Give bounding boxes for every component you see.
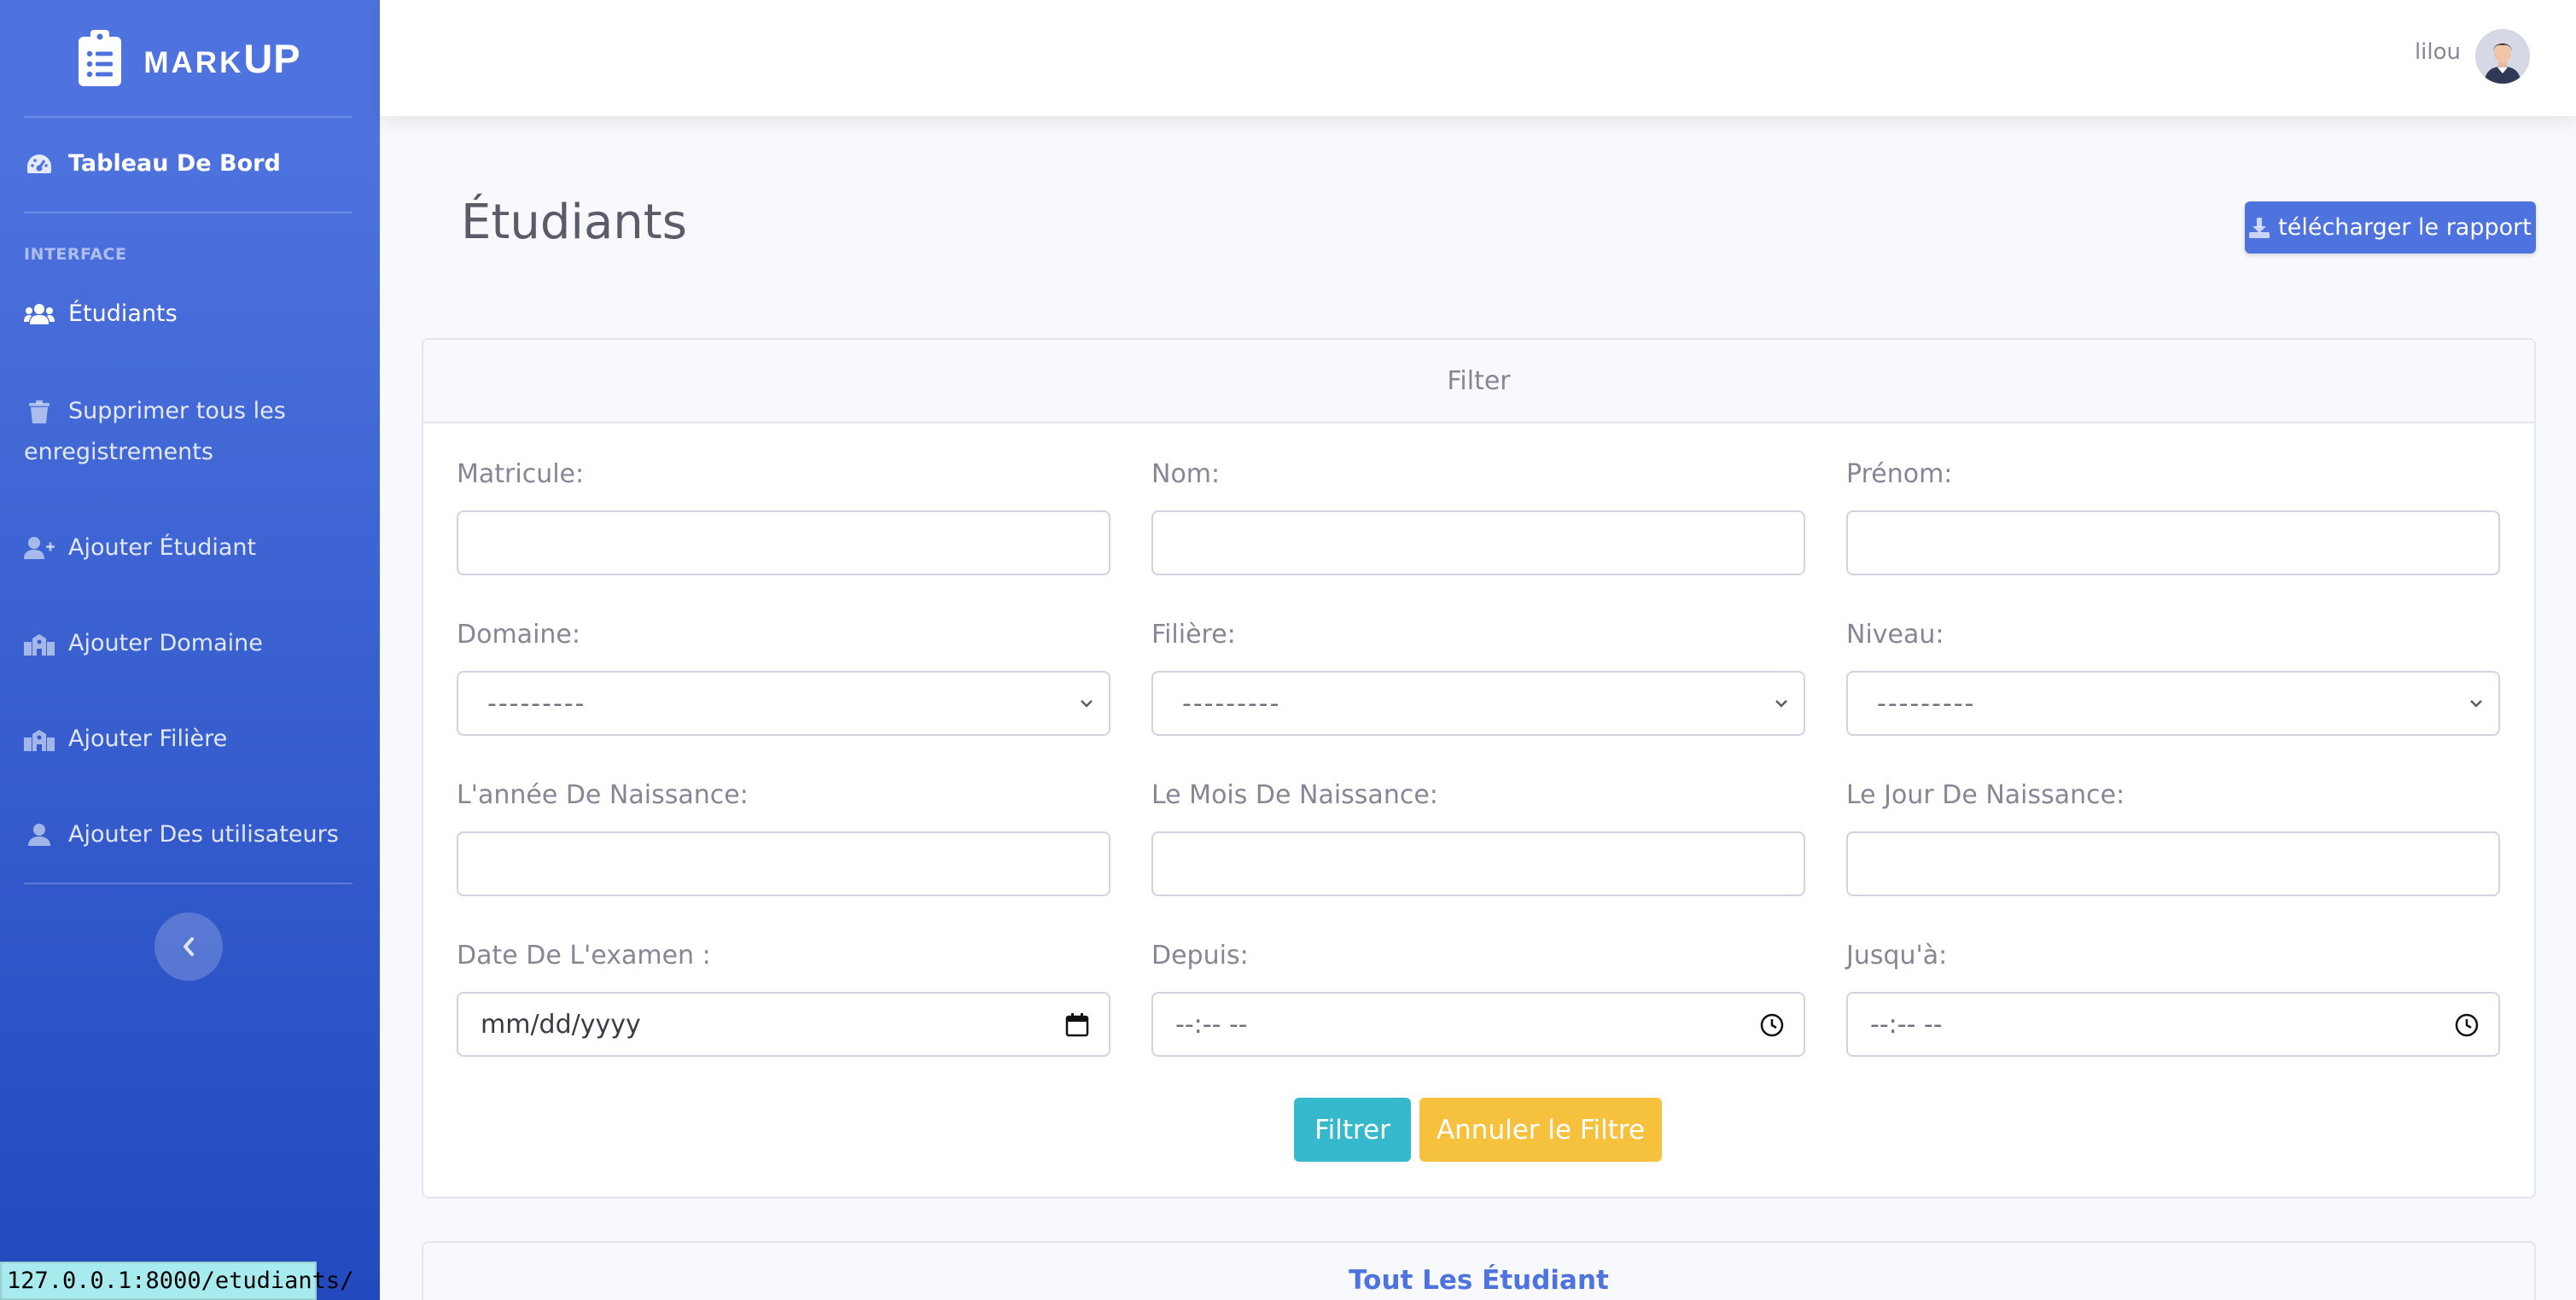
sidebar-item-label: Tableau De Bord: [68, 150, 281, 177]
user-icon: [24, 822, 55, 848]
date-examen-input[interactable]: mm/dd/yyyy: [457, 992, 1110, 1057]
filiere-label: Filière:: [1151, 620, 1236, 650]
chevron-down-icon: [1775, 700, 1787, 708]
students-card-title: Tout Les Étudiant: [1349, 1265, 1609, 1296]
jusqua-time-input[interactable]: --:-- --: [1846, 992, 2500, 1057]
filiere-select[interactable]: ---------: [1151, 671, 1805, 736]
niveau-label: Niveau:: [1846, 620, 1944, 650]
sidebar-toggle-button[interactable]: [154, 912, 223, 981]
jour-input[interactable]: [1846, 831, 2500, 896]
chevron-down-icon: [1081, 700, 1093, 708]
chevron-left-icon: [184, 937, 194, 956]
topbar: lilou: [380, 0, 2576, 116]
sidebar-item-label: Étudiants: [68, 300, 178, 327]
sidebar-divider: [24, 116, 353, 118]
avatar[interactable]: [2475, 29, 2530, 84]
filter-button[interactable]: Filtrer: [1294, 1098, 1411, 1162]
status-bar-url: 127.0.0.1:8000/etudiants/: [0, 1262, 353, 1300]
filiere-selected-value: ---------: [1182, 688, 1281, 719]
sidebar-item-delete-all[interactable]: Supprimer tous les enregistrements: [24, 391, 314, 473]
user-name[interactable]: lilou: [2415, 39, 2461, 65]
jour-label: Le Jour De Naissance:: [1846, 780, 2125, 810]
depuis-label: Depuis:: [1151, 941, 1249, 971]
sidebar: MARKUP Tableau De Bord INTERFACE Étudian…: [0, 0, 380, 1300]
sidebar-item-etudiants[interactable]: Étudiants: [24, 300, 363, 327]
sidebar-heading: INTERFACE: [24, 245, 127, 264]
brand-name: MARKUP: [143, 35, 301, 81]
sidebar-divider: [24, 212, 353, 213]
prenom-label: Prénom:: [1846, 459, 1953, 489]
niveau-selected-value: ---------: [1877, 688, 1976, 719]
mois-input[interactable]: [1151, 831, 1805, 896]
sidebar-item-label: Ajouter Domaine: [68, 630, 263, 656]
brand-link[interactable]: MARKUP: [0, 0, 380, 116]
tachometer-icon: [24, 151, 55, 177]
date-examen-placeholder: mm/dd/yyyy: [481, 1009, 641, 1040]
trash-icon: [24, 399, 55, 425]
jusqua-label: Jusqu'à:: [1846, 941, 1948, 971]
sidebar-divider: [24, 883, 353, 884]
annee-label: L'année De Naissance:: [457, 780, 749, 810]
clipboard-list-icon: [79, 30, 122, 86]
students-card: Tout Les Étudiant: [422, 1241, 2536, 1300]
download-report-button[interactable]: télécharger le rapport: [2245, 201, 2536, 254]
nom-input[interactable]: [1151, 510, 1805, 575]
sidebar-item-label: Ajouter Des utilisateurs: [68, 821, 339, 848]
depuis-time-input[interactable]: --:-- --: [1151, 992, 1805, 1057]
sidebar-item-add-domain[interactable]: Ajouter Domaine: [24, 630, 363, 656]
depuis-placeholder: --:-- --: [1175, 1009, 1248, 1040]
matricule-label: Matricule:: [457, 459, 585, 489]
sidebar-item-label: Ajouter Filière: [68, 726, 228, 752]
domaine-label: Domaine:: [457, 620, 580, 650]
clock-icon[interactable]: [1759, 1012, 1785, 1038]
domaine-select[interactable]: ---------: [457, 671, 1110, 736]
sidebar-item-label: Supprimer tous les enregistrements: [24, 398, 286, 465]
annee-input[interactable]: [457, 831, 1110, 896]
filter-card-header: Filter: [423, 340, 2534, 423]
download-icon: [2249, 217, 2270, 238]
reset-filter-button[interactable]: Annuler le Filtre: [1419, 1098, 1662, 1162]
school-icon: [24, 726, 55, 752]
nom-label: Nom:: [1151, 459, 1221, 489]
matricule-input[interactable]: [457, 510, 1110, 575]
download-report-label: télécharger le rapport: [2278, 214, 2532, 241]
user-plus-icon: [24, 535, 55, 561]
chevron-down-icon: [2470, 700, 2482, 708]
sidebar-item-label: Ajouter Étudiant: [68, 534, 257, 561]
filter-card: Filter: [422, 338, 2536, 1198]
sidebar-item-dashboard[interactable]: Tableau De Bord: [24, 150, 363, 177]
sidebar-item-add-users[interactable]: Ajouter Des utilisateurs: [24, 821, 363, 848]
users-icon: [24, 301, 55, 327]
prenom-input[interactable]: [1846, 510, 2500, 575]
mois-label: Le Mois De Naissance:: [1151, 780, 1438, 810]
sidebar-item-add-student[interactable]: Ajouter Étudiant: [24, 534, 363, 561]
jusqua-placeholder: --:-- --: [1870, 1009, 1943, 1040]
sidebar-item-add-filiere[interactable]: Ajouter Filière: [24, 726, 363, 752]
page-title: Étudiants: [461, 195, 687, 250]
niveau-select[interactable]: ---------: [1846, 671, 2500, 736]
calendar-icon[interactable]: [1064, 1012, 1090, 1038]
school-icon: [24, 631, 55, 656]
date-examen-label: Date De L'examen :: [457, 941, 711, 971]
domaine-selected-value: ---------: [487, 688, 586, 719]
clock-icon[interactable]: [2454, 1012, 2480, 1038]
